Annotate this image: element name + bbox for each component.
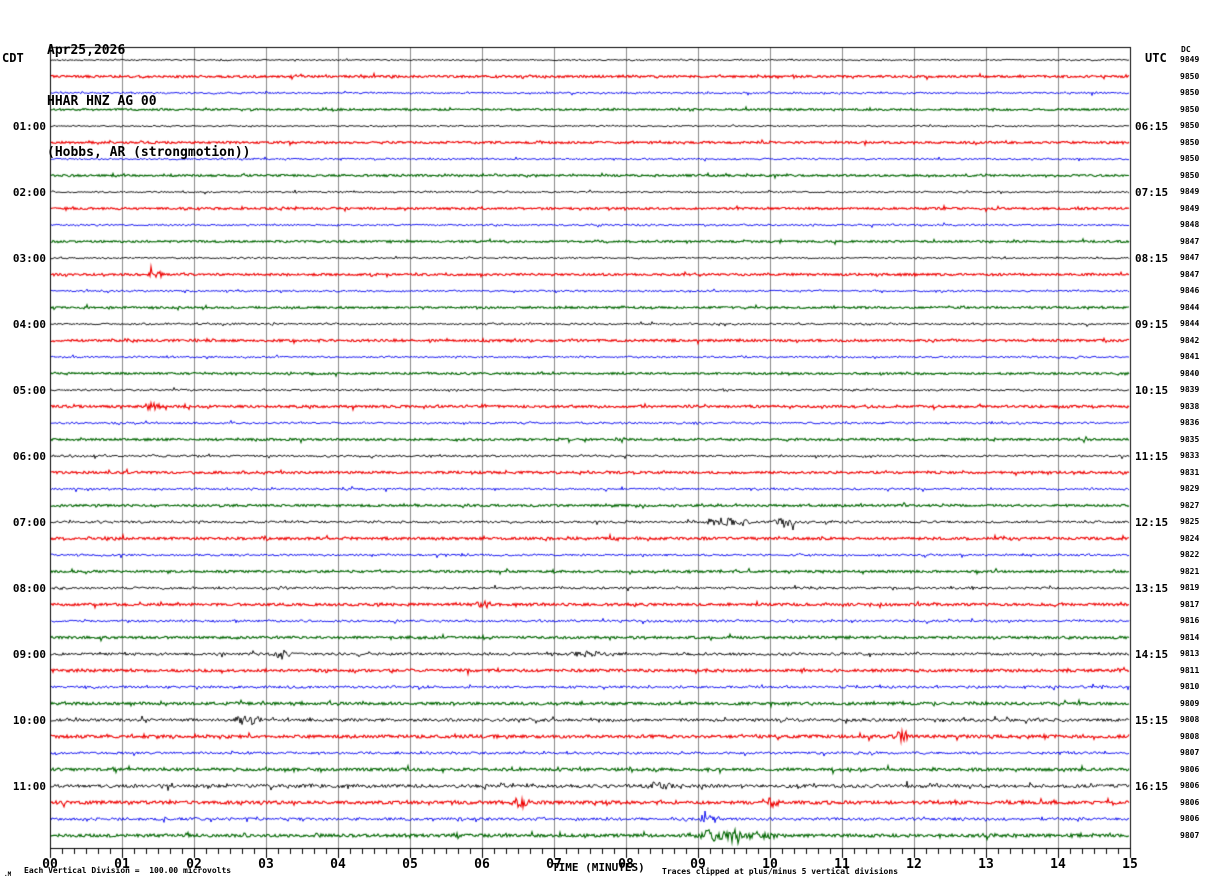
dc-offset-value: 9846: [1180, 286, 1200, 295]
utc-hour-label: 14:15: [1135, 648, 1169, 661]
dc-offset-value: 9806: [1180, 764, 1200, 774]
plot-date: Apr25,2026: [47, 43, 126, 58]
dc-offset-value: 9850: [1180, 71, 1200, 81]
dc-offset-value: 9850: [1180, 88, 1200, 97]
station-code: HHAR HNZ AG 00: [47, 94, 157, 109]
dc-offset-value: 9822: [1180, 550, 1200, 559]
dc-offset-value: 9806: [1180, 814, 1200, 823]
cdt-hour-label: 08:00: [12, 582, 46, 595]
dc-offset-value: 9842: [1180, 335, 1200, 345]
dc-offset-value: 9849: [1180, 55, 1200, 64]
left-timezone-header: CDT: [2, 51, 24, 65]
dc-offset-value: 9847: [1180, 236, 1200, 246]
dc-offset-value: 9844: [1180, 302, 1200, 312]
x-axis-tick-label: 13: [978, 857, 994, 872]
utc-hour-label: 15:15: [1135, 714, 1169, 727]
dc-offset-value: 9811: [1180, 665, 1200, 675]
clipping-note: Traces clipped at plus/minus 5 vertical …: [662, 867, 899, 876]
dc-offset-value: 9806: [1180, 797, 1200, 807]
dc-offset-value: 9836: [1180, 418, 1200, 427]
dc-offset-value: 9831: [1180, 467, 1200, 477]
dc-offset-value: 9810: [1180, 682, 1200, 691]
x-axis-tick-label: 06: [474, 857, 490, 872]
utc-hour-label: 16:15: [1135, 780, 1169, 793]
dc-offset-value: 9817: [1180, 599, 1200, 609]
dc-offset-value: 9833: [1180, 451, 1200, 460]
dc-offset-value: 9819: [1180, 583, 1200, 592]
utc-hour-label: 07:15: [1135, 186, 1169, 199]
dc-offset-value: 9844: [1180, 319, 1200, 328]
dc-offset-value: 9850: [1180, 104, 1200, 114]
dc-offset-value: 9850: [1180, 121, 1200, 130]
dc-offset-value: 9849: [1180, 187, 1200, 196]
dc-column-header: DC: [1181, 45, 1191, 54]
cdt-hour-label: 06:00: [12, 450, 46, 463]
dc-offset-value: 9848: [1180, 220, 1200, 229]
cdt-hour-label: 02:00: [12, 186, 46, 199]
dc-offset-value: 9816: [1180, 616, 1200, 625]
dc-offset-value: 9850: [1180, 154, 1200, 163]
right-timezone-header: UTC: [1145, 51, 1167, 65]
dc-offset-value: 9809: [1180, 698, 1200, 708]
utc-hour-label: 09:15: [1135, 318, 1169, 331]
dc-offset-value: 9838: [1180, 401, 1200, 411]
x-axis-tick-label: 03: [258, 857, 274, 872]
scale-marker-glyph: .M: [4, 871, 12, 878]
utc-hour-label: 06:15: [1135, 120, 1169, 133]
cdt-hour-label: 10:00: [12, 714, 46, 727]
dc-offset-value: 9808: [1180, 731, 1200, 741]
utc-hour-label: 08:15: [1135, 252, 1169, 265]
cdt-hour-label: 04:00: [12, 318, 46, 331]
utc-hour-label: 13:15: [1135, 582, 1169, 595]
dc-offset-value: 9839: [1180, 385, 1200, 394]
dc-offset-value: 9821: [1180, 566, 1200, 576]
x-axis-tick-label: 14: [1050, 857, 1066, 872]
x-axis-tick-label: 12: [906, 857, 922, 872]
dc-offset-value: 9829: [1180, 484, 1200, 493]
dc-offset-value: 9808: [1180, 715, 1200, 724]
dc-offset-value: 9850: [1180, 137, 1200, 147]
dc-offset-value: 9847: [1180, 253, 1200, 262]
dc-offset-value: 9814: [1180, 632, 1200, 642]
dc-offset-value: 9827: [1180, 500, 1200, 510]
dc-offset-value: 9824: [1180, 533, 1200, 543]
cdt-hour-label: 05:00: [12, 384, 46, 397]
dc-offset-value: 9807: [1180, 830, 1200, 840]
cdt-hour-label: 09:00: [12, 648, 46, 661]
dc-offset-value: 9841: [1180, 352, 1200, 361]
dc-offset-value: 9813: [1180, 649, 1200, 658]
dc-offset-value: 9849: [1180, 203, 1200, 213]
x-axis-tick-label: 05: [402, 857, 418, 872]
x-axis-tick-label: 15: [1122, 857, 1138, 872]
cdt-hour-label: 11:00: [12, 780, 46, 793]
dc-offset-value: 9835: [1180, 434, 1200, 444]
cdt-hour-label: 01:00: [12, 120, 46, 133]
utc-hour-label: 12:15: [1135, 516, 1169, 529]
dc-offset-value: 9807: [1180, 748, 1200, 757]
dc-offset-value: 9825: [1180, 517, 1200, 526]
vertical-scale-note: Each Vertical Division = 100.00 microvol…: [24, 866, 232, 875]
cdt-hour-label: 07:00: [12, 516, 46, 529]
helicorder-page: { "header": { "date": "Apr25,2026", "sta…: [0, 0, 1210, 886]
dc-offset-value: 9806: [1180, 781, 1200, 790]
dc-offset-value: 9847: [1180, 269, 1200, 279]
x-axis-tick-label: 04: [330, 857, 346, 872]
cdt-hour-label: 03:00: [12, 252, 46, 265]
dc-offset-value: 9850: [1180, 170, 1200, 180]
station-location: (Hobbs, AR (strongmotion)): [47, 145, 251, 160]
x-axis-title: TIME (MINUTES): [552, 861, 645, 874]
utc-hour-label: 11:15: [1135, 450, 1169, 463]
utc-hour-label: 10:15: [1135, 384, 1169, 397]
title-block: Apr25,2026 HHAR HNZ AG 00 (Hobbs, AR (st…: [47, 6, 251, 178]
dc-offset-value: 9840: [1180, 368, 1200, 378]
